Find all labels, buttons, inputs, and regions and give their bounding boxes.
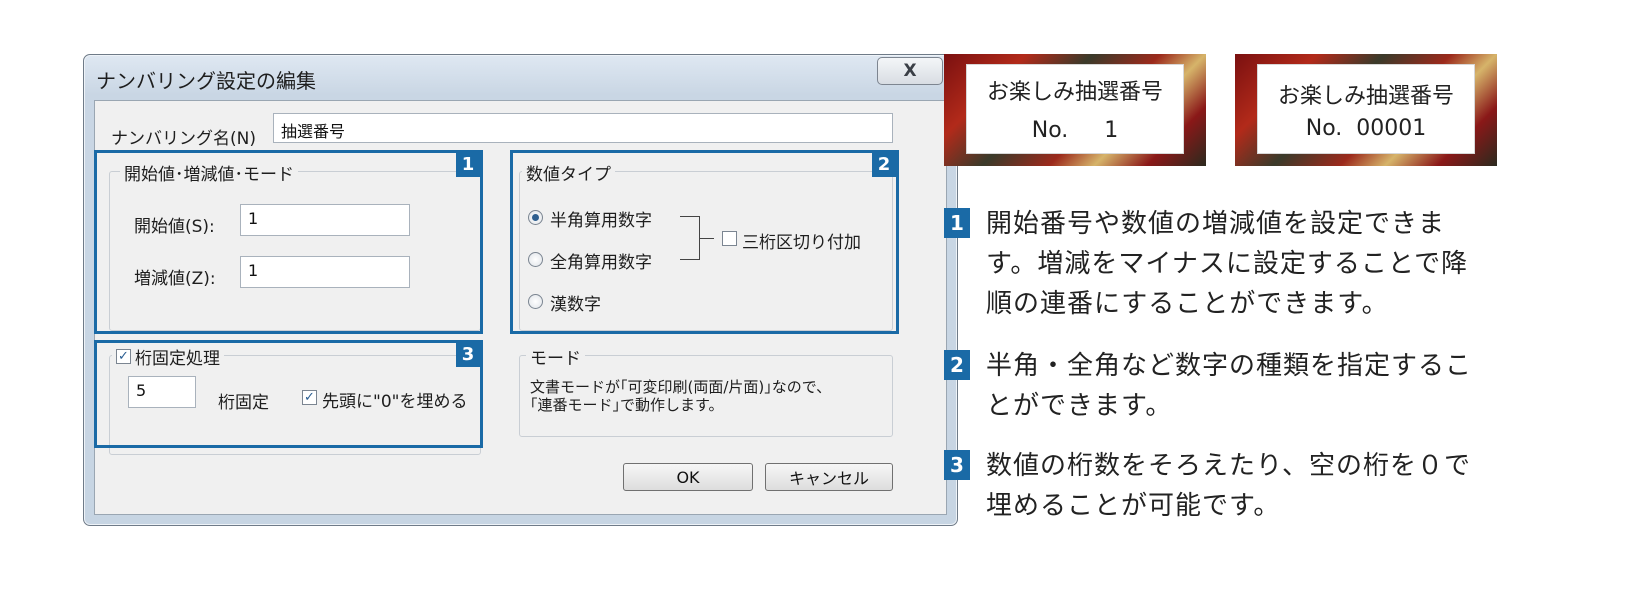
note-3-line: 埋めることが可能です。 <box>986 491 1281 521</box>
note-1-line: 開始番号や数値の増減値を設定できま <box>986 209 1446 239</box>
note-2-badge: 2 <box>944 350 970 380</box>
ok-button[interactable]: OK <box>623 463 753 491</box>
note-3-text: 数値の桁数をそろえたり、空の桁を０で 埋めることが可能です。 <box>986 446 1544 526</box>
mode-group: モード 文書モードが｢可変印刷(両面/片面)｣なので、 ｢連番モード｣で動作しま… <box>519 344 893 437</box>
close-button[interactable]: X <box>877 57 943 85</box>
sample-ticket-2: お楽しみ抽選番号 No. 00001 <box>1235 54 1497 166</box>
note-3: 3 数値の桁数をそろえたり、空の桁を０で 埋めることが可能です。 <box>944 446 1544 526</box>
dialog-title: ナンバリング設定の編集 <box>96 69 316 93</box>
note-3-badge: 3 <box>944 450 970 480</box>
callout-frame-3 <box>94 340 483 448</box>
callout-badge-2: 2 <box>872 151 896 177</box>
cancel-button[interactable]: キャンセル <box>765 463 893 491</box>
ticket-1-number: No. 1 <box>1031 118 1119 143</box>
ticket-1-label: お楽しみ抽選番号 No. 1 <box>966 64 1184 154</box>
callout-frame-1 <box>94 150 483 334</box>
mode-text-line2: ｢連番モード｣で動作します。 <box>530 396 724 414</box>
note-2-text: 半角・全角など数字の種類を指定するこ とができます。 <box>986 346 1544 426</box>
note-1-badge: 1 <box>944 208 970 238</box>
ticket-1-title: お楽しみ抽選番号 <box>986 80 1163 105</box>
ticket-2-number: No. 00001 <box>1305 115 1427 141</box>
note-2-line: とができます。 <box>986 391 1173 421</box>
note-2: 2 半角・全角など数字の種類を指定するこ とができます。 <box>944 346 1544 426</box>
numbering-name-input[interactable]: 抽選番号 <box>273 113 893 143</box>
close-icon: X <box>903 61 917 81</box>
numbering-name-label: ナンバリング名(N) <box>111 129 256 149</box>
mode-title: モード <box>526 344 585 369</box>
callout-badge-3: 3 <box>456 341 480 367</box>
callout-badge-1: 1 <box>456 151 480 177</box>
note-2-line: 半角・全角など数字の種類を指定するこ <box>986 351 1473 381</box>
ticket-2-title: お楽しみ抽選番号 <box>1277 83 1454 109</box>
note-3-line: 数値の桁数をそろえたり、空の桁を０で <box>986 451 1471 481</box>
callout-frame-2 <box>510 150 899 334</box>
sample-ticket-1: お楽しみ抽選番号 No. 1 <box>944 54 1206 166</box>
note-1-text: 開始番号や数値の増減値を設定できま す。増減をマイナスに設定することで降 順の連… <box>986 204 1544 324</box>
note-1-line: 順の連番にすることができます。 <box>986 289 1389 319</box>
ticket-2-label: お楽しみ抽選番号 No. 00001 <box>1257 64 1475 154</box>
note-1: 1 開始番号や数値の増減値を設定できま す。増減をマイナスに設定することで降 順… <box>944 204 1544 324</box>
note-1-line: す。増減をマイナスに設定することで降 <box>986 249 1469 279</box>
